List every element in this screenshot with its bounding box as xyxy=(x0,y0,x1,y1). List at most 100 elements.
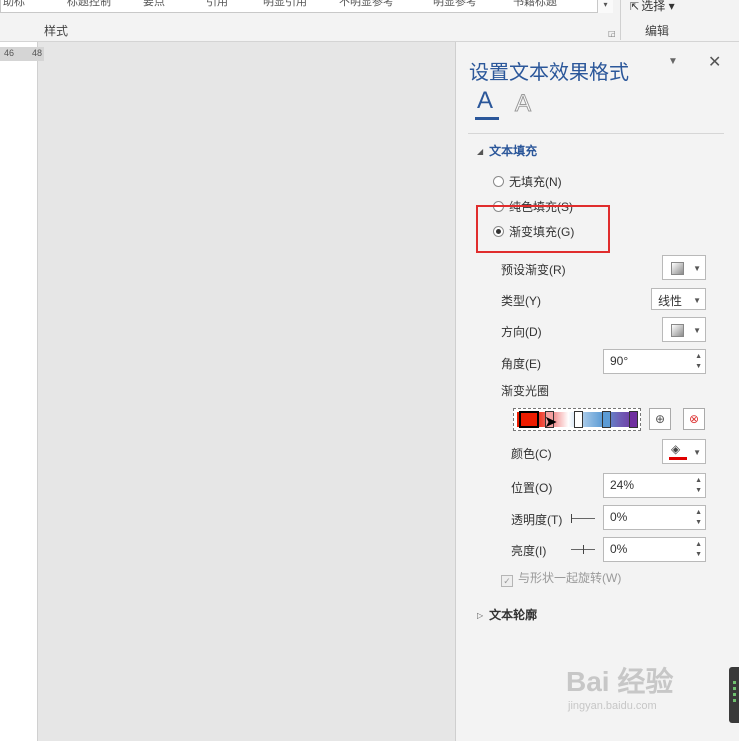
section-text-outline-label: 文本轮廓 xyxy=(489,608,538,622)
rotate-with-shape-label: 与形状一起旋转(W) xyxy=(518,571,622,585)
word-window: 助标 标题控制 要点 引用 明显引用 不明显参考 明显参考 书籍标题 ▾ 样式 … xyxy=(0,0,739,741)
side-scroll-tab[interactable] xyxy=(729,667,739,723)
spin-down-icon[interactable]: ▼ xyxy=(695,519,702,527)
brightness-slider[interactable] xyxy=(571,545,595,554)
transparency-slider[interactable] xyxy=(571,514,595,523)
spin-up-icon[interactable]: ▲ xyxy=(695,477,702,485)
collapse-triangle-icon: ◢ xyxy=(477,147,484,156)
slider-thumb[interactable] xyxy=(571,514,572,523)
indicator-dot xyxy=(733,681,736,684)
gradient-stop-selected[interactable] xyxy=(519,411,539,428)
select-label: 选择 xyxy=(641,0,666,13)
format-text-effects-pane: 设置文本效果格式 ▼ ✕ A A ◢ 文本填充 无填充(N) 纯色填充(S) 渐变… xyxy=(455,42,739,741)
gallery-item[interactable]: 明显参考 xyxy=(433,0,477,9)
direction-label: 方向(D) xyxy=(501,325,542,339)
spin-down-icon[interactable]: ▼ xyxy=(695,551,702,559)
slider-thumb[interactable] xyxy=(583,545,584,554)
pane-title: 设置文本效果格式 xyxy=(469,62,629,84)
spin-down-icon[interactable]: ▼ xyxy=(695,363,702,371)
gallery-item[interactable]: 书籍标题 xyxy=(513,0,557,9)
color-picker-button[interactable]: ◈ ▼ xyxy=(662,439,706,464)
position-value: 24% xyxy=(610,478,635,492)
close-icon[interactable]: ✕ xyxy=(708,52,721,72)
gallery-item[interactable]: 引用 xyxy=(206,0,228,9)
indicator-dot xyxy=(733,693,736,696)
add-gradient-stop-icon[interactable]: ⊕ xyxy=(649,408,671,430)
gradient-stop[interactable] xyxy=(602,411,611,428)
gradient-stop[interactable] xyxy=(629,411,638,428)
spin-up-icon[interactable]: ▲ xyxy=(695,353,702,361)
dialog-launcher-icon[interactable]: ◲ xyxy=(608,29,616,38)
ruler-tick: 48 xyxy=(32,48,43,58)
brightness-label: 亮度(I) xyxy=(511,544,547,558)
chevron-down-icon: ▼ xyxy=(693,264,701,273)
chevron-down-icon: ▼ xyxy=(693,326,701,335)
tab-underline xyxy=(475,117,499,120)
direction-swatch-icon xyxy=(671,324,684,337)
spin-up-icon[interactable]: ▲ xyxy=(695,509,702,517)
text-effects-icon: A xyxy=(514,90,532,118)
watermark-logo: Bai 经验 jingyan.baidu.com xyxy=(566,660,706,720)
ribbon-separator xyxy=(620,0,621,40)
text-fill-icon: A xyxy=(477,87,494,114)
pane-options-icon[interactable]: ▼ xyxy=(668,56,678,67)
styles-group-label: 样式 xyxy=(44,24,69,38)
section-text-outline[interactable]: ▷ 文本轮廓 xyxy=(477,606,537,623)
transparency-value: 0% xyxy=(610,510,628,524)
preset-gradient-label: 预设渐变(R) xyxy=(501,263,566,277)
type-value: 线性 xyxy=(658,294,683,308)
radio-label: 无填充(N) xyxy=(509,175,562,189)
position-label: 位置(O) xyxy=(511,481,553,495)
watermark-url: jingyan.baidu.com xyxy=(568,700,657,712)
position-spinner[interactable]: 24% ▲ ▼ xyxy=(603,473,706,498)
angle-label: 角度(E) xyxy=(501,357,541,371)
angle-value: 90° xyxy=(610,354,629,368)
preset-gradient-dropdown[interactable]: ▼ xyxy=(662,255,706,280)
direction-dropdown[interactable]: ▼ xyxy=(662,317,706,342)
rotate-with-shape-checkbox[interactable]: ✓ 与形状一起旋转(W) xyxy=(501,569,621,587)
color-label: 颜色(C) xyxy=(511,447,552,461)
gallery-item[interactable]: 助标 xyxy=(3,0,25,9)
gallery-item[interactable]: 明显引用 xyxy=(263,0,307,9)
spin-up-icon[interactable]: ▲ xyxy=(695,541,702,549)
select-button[interactable]: ⇱ 选择 ▾ xyxy=(630,0,675,14)
edit-group-label: 编辑 xyxy=(645,24,670,38)
gradient-stop[interactable] xyxy=(574,411,583,428)
tab-text-effects[interactable]: A xyxy=(514,90,537,118)
highlight-annotation xyxy=(476,205,610,253)
chevron-down-icon: ▼ xyxy=(693,448,701,457)
spin-down-icon[interactable]: ▼ xyxy=(695,487,702,495)
gradient-stops-label: 渐变光圈 xyxy=(501,384,550,398)
indicator-dot xyxy=(733,687,736,690)
indicator-dot xyxy=(733,699,736,702)
checkmark-icon: ✓ xyxy=(501,575,513,587)
angle-spinner[interactable]: 90° ▲ ▼ xyxy=(603,349,706,374)
pane-divider xyxy=(468,133,724,134)
brightness-spinner[interactable]: 0% ▲ ▼ xyxy=(603,537,706,562)
type-dropdown[interactable]: 线性 ▼ xyxy=(651,288,706,310)
type-label: 类型(Y) xyxy=(501,294,541,308)
radio-icon xyxy=(493,176,504,187)
remove-gradient-stop-icon[interactable]: ⊗ xyxy=(683,408,705,430)
gallery-item[interactable]: 要点 xyxy=(143,0,165,9)
current-color-bar xyxy=(669,457,687,460)
ribbon: 助标 标题控制 要点 引用 明显引用 不明显参考 明显参考 书籍标题 ▾ 样式 … xyxy=(0,0,739,42)
brightness-value: 0% xyxy=(610,542,628,556)
ruler: 46 48 xyxy=(0,47,44,61)
gallery-item[interactable]: 标题控制 xyxy=(67,0,111,9)
radio-no-fill[interactable]: 无填充(N) xyxy=(493,173,562,190)
section-text-fill-label: 文本填充 xyxy=(489,144,538,158)
document-page[interactable] xyxy=(0,42,38,741)
tab-text-fill-outline[interactable]: A xyxy=(475,87,499,120)
gallery-more-icon[interactable]: ▾ xyxy=(597,0,613,13)
gallery-item[interactable]: 不明显参考 xyxy=(339,0,394,9)
gradient-stops-bar[interactable] xyxy=(513,408,641,431)
transparency-label: 透明度(T) xyxy=(511,513,563,527)
section-text-fill[interactable]: ◢ 文本填充 xyxy=(477,142,537,159)
expand-triangle-icon: ▷ xyxy=(477,611,484,620)
transparency-spinner[interactable]: 0% ▲ ▼ xyxy=(603,505,706,530)
cursor-icon: ⇱ xyxy=(630,1,640,13)
ruler-tick: 46 xyxy=(4,48,15,58)
gradient-swatch-icon xyxy=(671,262,684,275)
styles-gallery[interactable]: 助标 标题控制 要点 引用 明显引用 不明显参考 明显参考 书籍标题 ▾ xyxy=(0,0,613,13)
